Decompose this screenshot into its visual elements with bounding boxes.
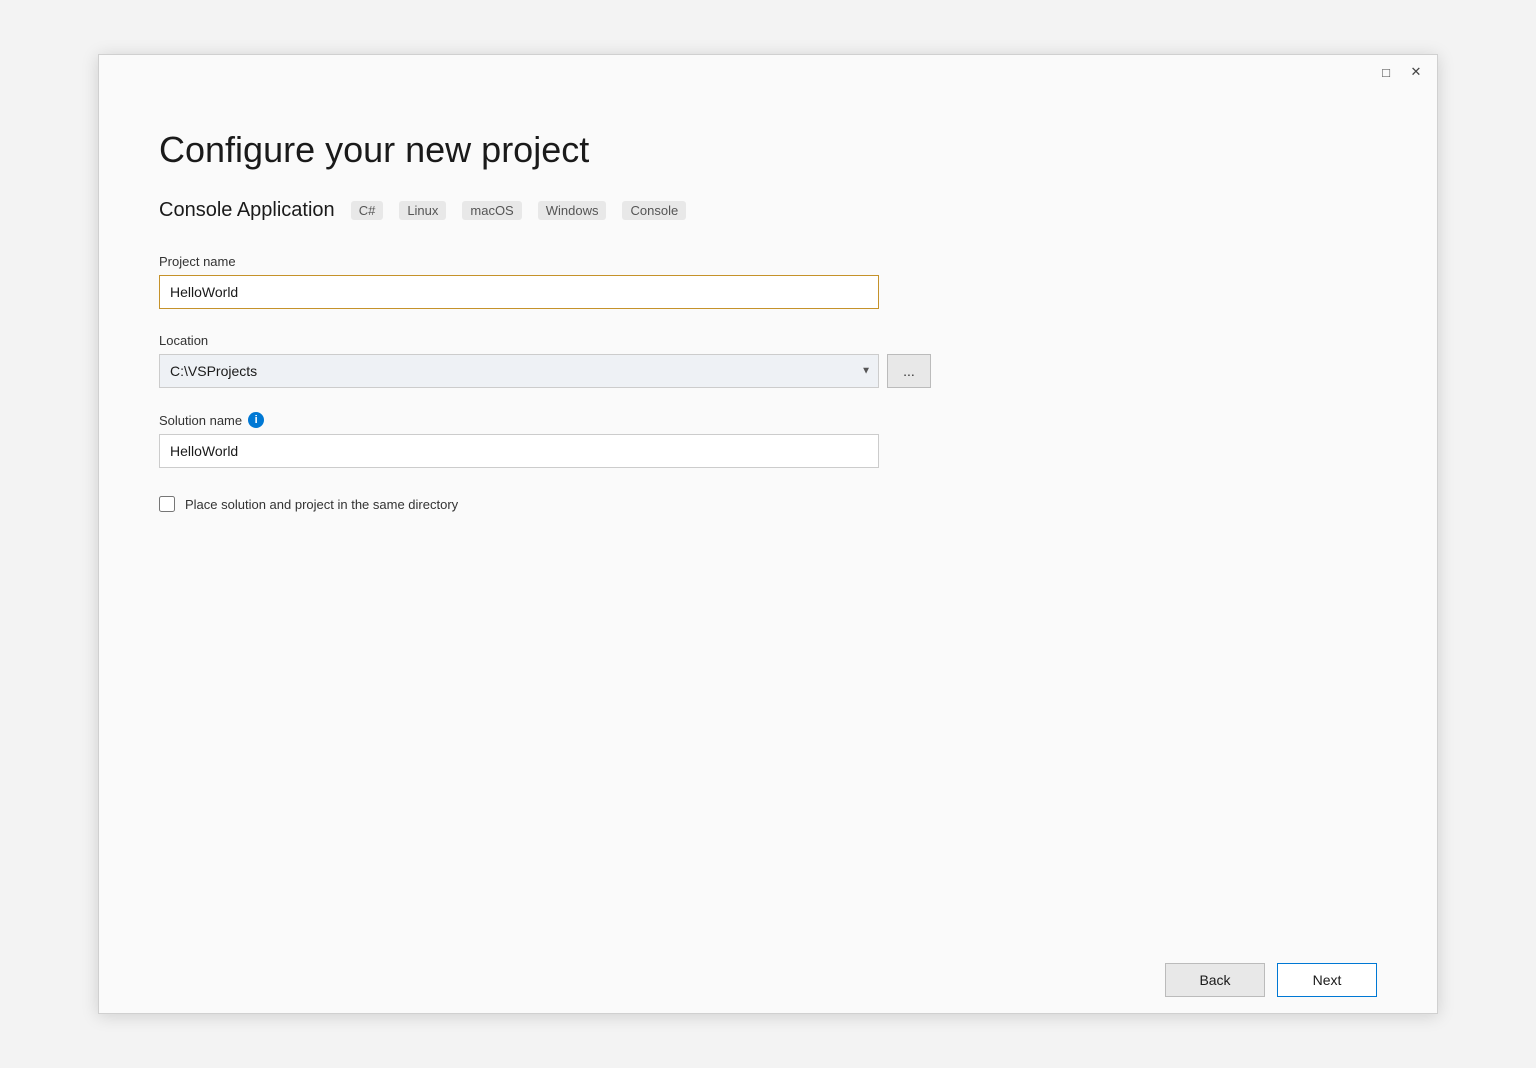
location-label-text: Location (159, 333, 208, 348)
main-content: Configure your new project Console Appli… (99, 89, 1437, 947)
project-name-label: Project name (159, 254, 1377, 269)
info-icon[interactable]: i (248, 412, 264, 428)
tag-linux: Linux (399, 201, 446, 220)
footer: Back Next (99, 947, 1437, 1013)
project-name-section: Project name (159, 254, 1377, 309)
solution-name-section: Solution name i (159, 412, 1377, 468)
tag-windows: Windows (538, 201, 607, 220)
project-type-name: Console Application (159, 199, 335, 222)
browse-button[interactable]: ... (887, 354, 931, 388)
solution-name-label-text: Solution name (159, 413, 242, 428)
same-directory-checkbox[interactable] (159, 496, 175, 512)
same-directory-label: Place solution and project in the same d… (185, 497, 458, 512)
location-label: Location (159, 333, 1377, 348)
close-button[interactable]: ✕ (1407, 63, 1425, 81)
title-bar: □ ✕ (99, 55, 1437, 89)
location-select[interactable]: C:\VSProjects (159, 354, 879, 388)
solution-name-input[interactable] (159, 434, 879, 468)
back-button[interactable]: Back (1165, 963, 1265, 997)
tag-macos: macOS (462, 201, 521, 220)
project-name-label-text: Project name (159, 254, 236, 269)
location-row: C:\VSProjects ▼ ... (159, 354, 1377, 388)
page-title: Configure your new project (159, 129, 1377, 171)
tag-console: Console (622, 201, 686, 220)
configure-project-window: □ ✕ Configure your new project Console A… (98, 54, 1438, 1014)
solution-name-label: Solution name i (159, 412, 1377, 428)
tag-csharp: C# (351, 201, 384, 220)
location-select-wrapper: C:\VSProjects ▼ (159, 354, 879, 388)
next-button[interactable]: Next (1277, 963, 1377, 997)
project-type-row: Console Application C# Linux macOS Windo… (159, 199, 1377, 222)
location-section: Location C:\VSProjects ▼ ... (159, 333, 1377, 388)
same-directory-row: Place solution and project in the same d… (159, 496, 1377, 512)
maximize-button[interactable]: □ (1377, 63, 1395, 81)
project-name-input[interactable] (159, 275, 879, 309)
